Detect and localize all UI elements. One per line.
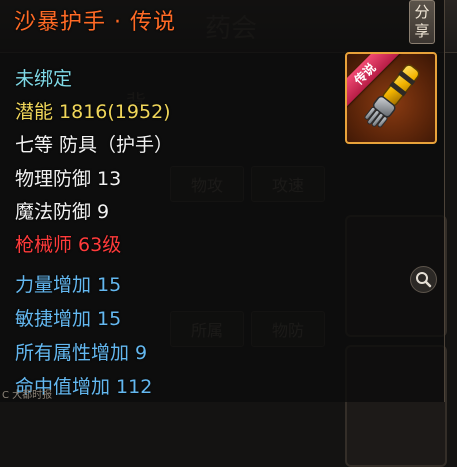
agility-bonus: 敏捷增加 15: [15, 308, 122, 330]
magic-defense: 魔法防御 9: [15, 201, 110, 223]
strength-bonus: 力量增加 15: [15, 274, 122, 296]
share-button[interactable]: 分 享: [409, 0, 435, 44]
item-icon-frame[interactable]: 传说: [345, 52, 437, 144]
physical-defense: 物理防御 13: [15, 168, 122, 190]
share-label-line1: 分: [414, 3, 430, 21]
potential-value: 潜能 1816(1952): [15, 101, 171, 123]
watermark-text: C 大都时报: [2, 390, 53, 401]
magnifier-icon: [416, 272, 432, 288]
all-attributes-bonus: 所有属性增加 9: [15, 342, 148, 364]
item-tooltip: 沙暴护手 · 传说 分 享 传说 未绑定 潜能 1816(1952) 七等 防具…: [0, 0, 445, 402]
class-level-requirement: 枪械师 63级: [15, 234, 122, 256]
share-label-line2: 享: [414, 22, 430, 40]
item-grade-type: 七等 防具（护手）: [15, 134, 174, 156]
item-title: 沙暴护手 · 传说: [14, 10, 176, 35]
magnify-button[interactable]: [410, 266, 437, 293]
binding-status: 未绑定: [15, 68, 73, 90]
